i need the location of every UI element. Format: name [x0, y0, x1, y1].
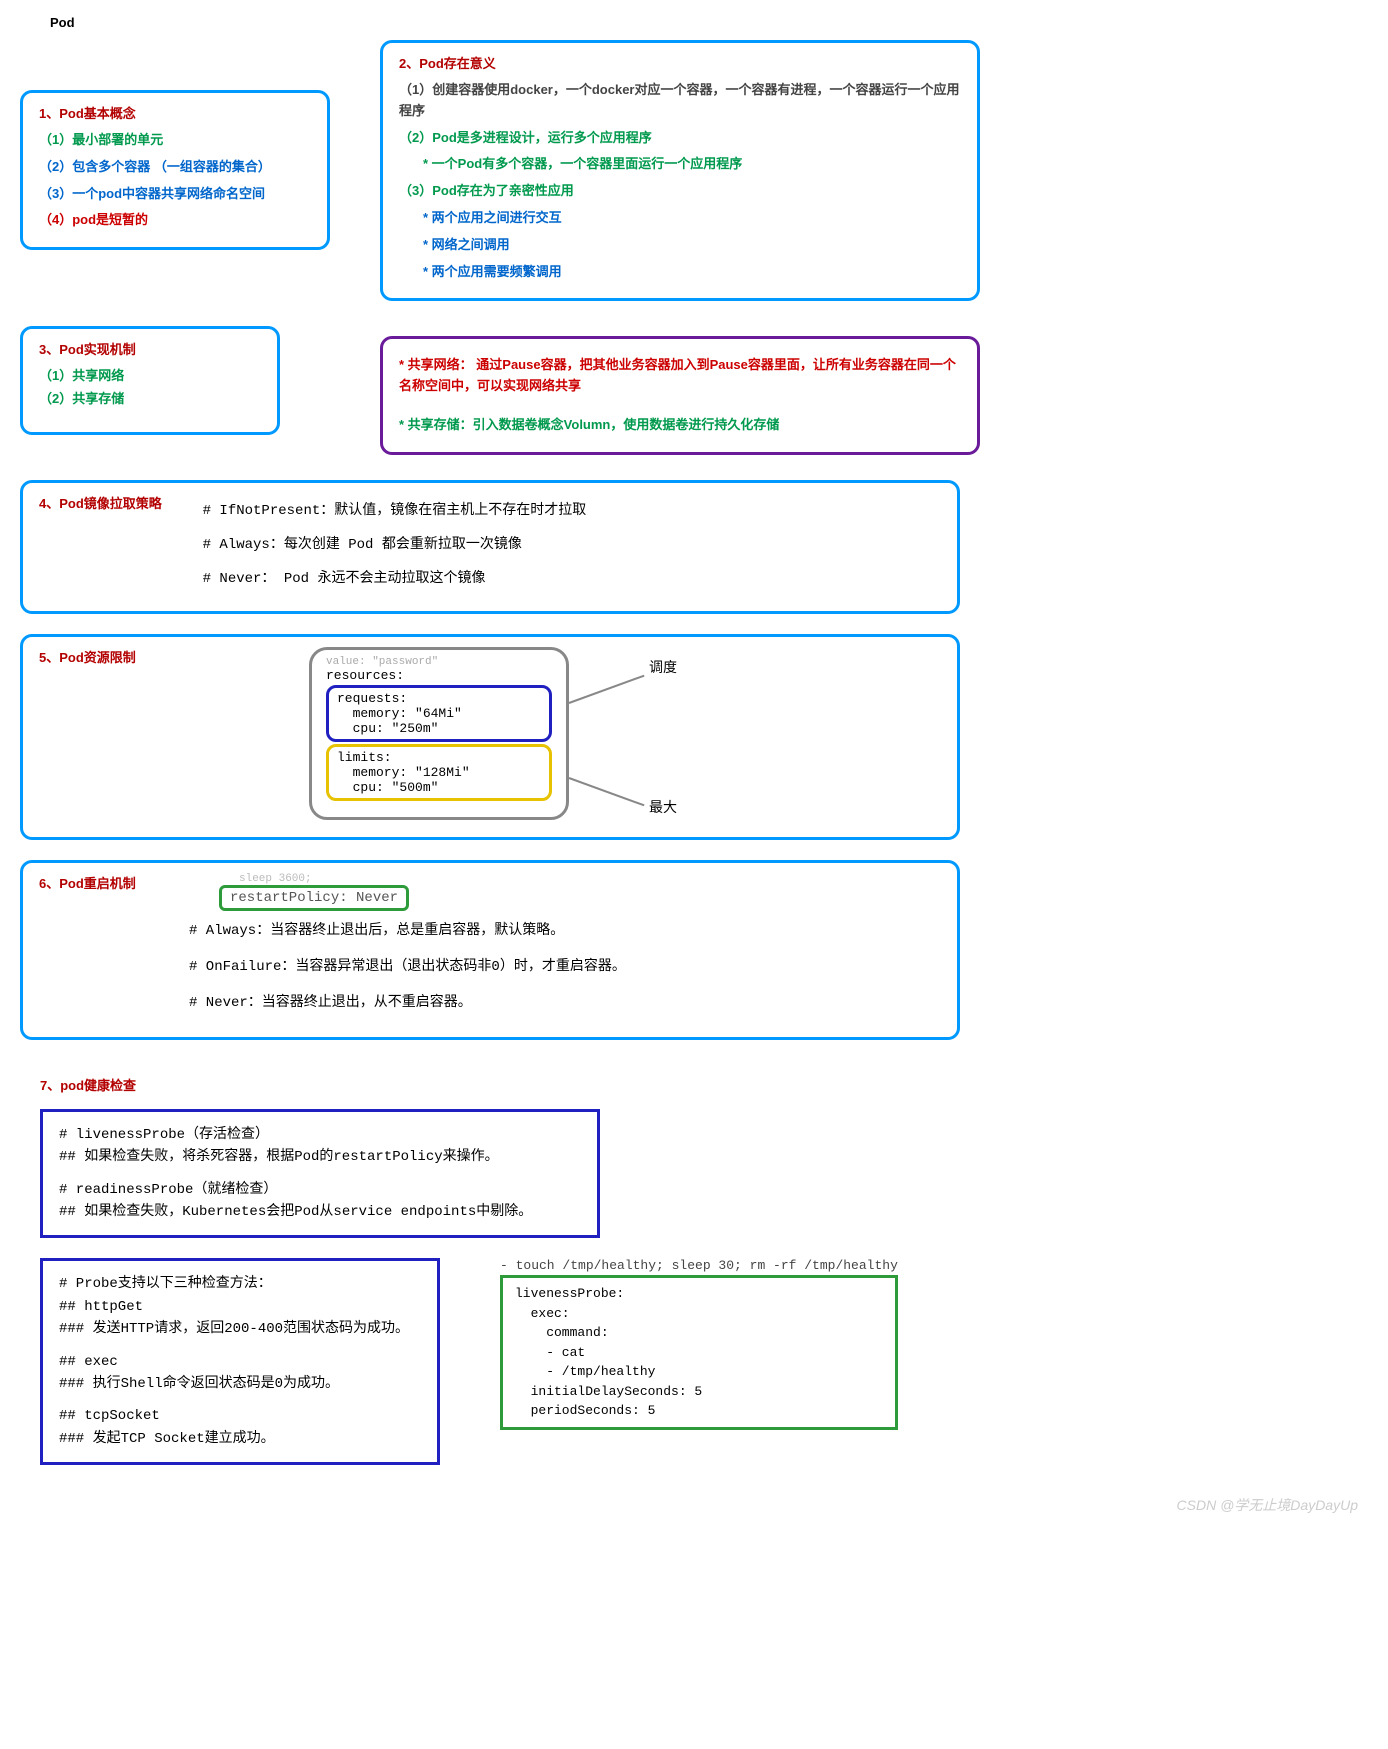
- box6-p1: # Always：当容器终止退出后，总是重启容器，默认策略。: [189, 919, 941, 939]
- req-mem: memory: "64Mi": [337, 706, 541, 721]
- page-title: Pod: [50, 15, 1368, 30]
- yaml-column: - touch /tmp/healthy; sleep 30; rm -rf /…: [500, 1258, 898, 1430]
- lim-label: limits:: [337, 750, 541, 765]
- connector-1: [569, 674, 645, 703]
- probe-methods-box: # Probe支持以下三种检查方法： ## httpGet ### 发送HTTP…: [40, 1258, 440, 1465]
- probe-l3: # readinessProbe（就绪检查）: [59, 1179, 581, 1201]
- box-resource-limits: 5、Pod资源限制 value: "password" resources: r…: [20, 634, 960, 840]
- pm-l7: ### 发起TCP Socket建立成功。: [59, 1428, 421, 1450]
- liveness-yaml-box: livenessProbe: exec: command: - cat - /t…: [500, 1275, 898, 1430]
- box2-line3: （3）Pod存在为了亲密性应用: [399, 181, 961, 202]
- box2-heading: 2、Pod存在意义: [399, 53, 961, 72]
- lim-mem: memory: "128Mi": [337, 765, 541, 780]
- box-pod-meaning: 2、Pod存在意义 （1）创建容器使用docker，一个docker对应一个容器…: [380, 40, 980, 301]
- label-scheduling: 调度: [649, 657, 677, 677]
- box1-heading: 1、Pod基本概念: [39, 103, 311, 122]
- box2-line2: （2）Pod是多进程设计，运行多个应用程序: [399, 128, 961, 149]
- row-2: 3、Pod实现机制 （1）共享网络 （2）共享存储 * 共享网络： 通过Paus…: [20, 326, 1368, 454]
- box2-line3a: * 两个应用之间进行交互: [423, 208, 961, 229]
- label-max: 最大: [649, 797, 677, 817]
- row-7: # Probe支持以下三种检查方法： ## httpGet ### 发送HTTP…: [40, 1258, 1368, 1465]
- box1-line4: （4）pod是短暂的: [39, 210, 311, 231]
- req-label: requests:: [337, 691, 541, 706]
- box3-heading: 3、Pod实现机制: [39, 339, 261, 358]
- sec7-heading: 7、pod健康检查: [40, 1075, 1368, 1094]
- box3-line1: （1）共享网络: [39, 366, 261, 387]
- row-1: 1、Pod基本概念 （1）最小部署的单元 （2）包含多个容器 （一组容器的集合）…: [20, 40, 1368, 301]
- box-mechanism-detail: * 共享网络： 通过Pause容器，把其他业务容器加入到Pause容器里面，让所…: [380, 336, 980, 454]
- resource-diagram: value: "password" resources: requests: m…: [309, 647, 941, 827]
- lim-cpu: cpu: "500m": [337, 780, 541, 795]
- section-health-check: 7、pod健康检查 # livenessProbe（存活检查） ## 如果检查失…: [40, 1075, 1368, 1465]
- box6-p3: # Never：当容器终止退出，从不重启容器。: [189, 991, 941, 1011]
- box4-p2: # Always：每次创建 Pod 都会重新拉取一次镜像: [203, 533, 587, 553]
- box6-p2: # OnFailure：当容器异常退出（退出状态码非0）时，才重启容器。: [189, 955, 941, 975]
- limits-box: limits: memory: "128Mi" cpu: "500m": [326, 744, 552, 801]
- pm-l3: ### 发送HTTP请求，返回200-400范围状态码为成功。: [59, 1318, 421, 1340]
- box-image-pull-policy: 4、Pod镜像拉取策略 # IfNotPresent：默认值，镜像在宿主机上不存…: [20, 480, 960, 614]
- connector-2: [569, 777, 645, 806]
- box6-heading: 6、Pod重启机制: [39, 873, 189, 892]
- requests-box: requests: memory: "64Mi" cpu: "250m": [326, 685, 552, 742]
- probe-desc-box: # livenessProbe（存活检查） ## 如果检查失败，将杀死容器，根据…: [40, 1109, 600, 1239]
- watermark: CSDN @学无止境DayDayUp: [1177, 1495, 1358, 1515]
- pm-l6: ## tcpSocket: [59, 1405, 421, 1427]
- pm-l5: ### 执行Shell命令返回状态码是0为成功。: [59, 1373, 421, 1395]
- box6-top: sleep 3600;: [239, 873, 409, 885]
- box-basic-concepts: 1、Pod基本概念 （1）最小部署的单元 （2）包含多个容器 （一组容器的集合）…: [20, 90, 330, 250]
- req-cpu: cpu: "250m": [337, 721, 541, 736]
- pm-l4: ## exec: [59, 1351, 421, 1373]
- pm-l2: ## httpGet: [59, 1296, 421, 1318]
- pm-l1: # Probe支持以下三种检查方法：: [59, 1273, 421, 1295]
- box5-heading: 5、Pod资源限制: [39, 647, 136, 666]
- res-label: resources:: [326, 668, 552, 683]
- probe-l2: ## 如果检查失败，将杀死容器，根据Pod的restartPolicy来操作。: [59, 1146, 581, 1168]
- box1-line1: （1）最小部署的单元: [39, 130, 311, 151]
- box3-line2: （2）共享存储: [39, 389, 261, 410]
- box4-p3: # Never： Pod 永远不会主动拉取这个镜像: [203, 567, 587, 587]
- box2-line3c: * 两个应用需要频繁调用: [423, 262, 961, 283]
- box1-line2: （2）包含多个容器 （一组容器的集合）: [39, 157, 311, 178]
- box2-line2a: * 一个Pod有多个容器，一个容器里面运行一个应用程序: [423, 154, 961, 175]
- res-top: value: "password": [326, 656, 552, 668]
- box1-line3: （3）一个pod中容器共享网络命名空间: [39, 184, 311, 205]
- pre-yaml-line: - touch /tmp/healthy; sleep 30; rm -rf /…: [500, 1258, 898, 1273]
- resource-outer-box: value: "password" resources: requests: m…: [309, 647, 569, 820]
- probe-l4: ## 如果检查失败，Kubernetes会把Pod从service endpoi…: [59, 1201, 581, 1223]
- probe-l1: # livenessProbe（存活检查）: [59, 1124, 581, 1146]
- box3r-line1: * 共享网络： 通过Pause容器，把其他业务容器加入到Pause容器里面，让所…: [399, 355, 961, 397]
- box2-line3b: * 网络之间调用: [423, 235, 961, 256]
- box-restart-policy: 6、Pod重启机制 sleep 3600; restartPolicy: Nev…: [20, 860, 960, 1040]
- box2-line1: （1）创建容器使用docker，一个docker对应一个容器，一个容器有进程，一…: [399, 80, 961, 122]
- box4-heading: 4、Pod镜像拉取策略: [39, 493, 199, 512]
- box3r-line2: * 共享存储：引入数据卷概念Volumn，使用数据卷进行持久化存储: [399, 415, 961, 436]
- box-mechanism: 3、Pod实现机制 （1）共享网络 （2）共享存储: [20, 326, 280, 435]
- box4-p1: # IfNotPresent：默认值，镜像在宿主机上不存在时才拉取: [203, 499, 587, 519]
- restart-policy-code: restartPolicy: Never: [219, 885, 409, 911]
